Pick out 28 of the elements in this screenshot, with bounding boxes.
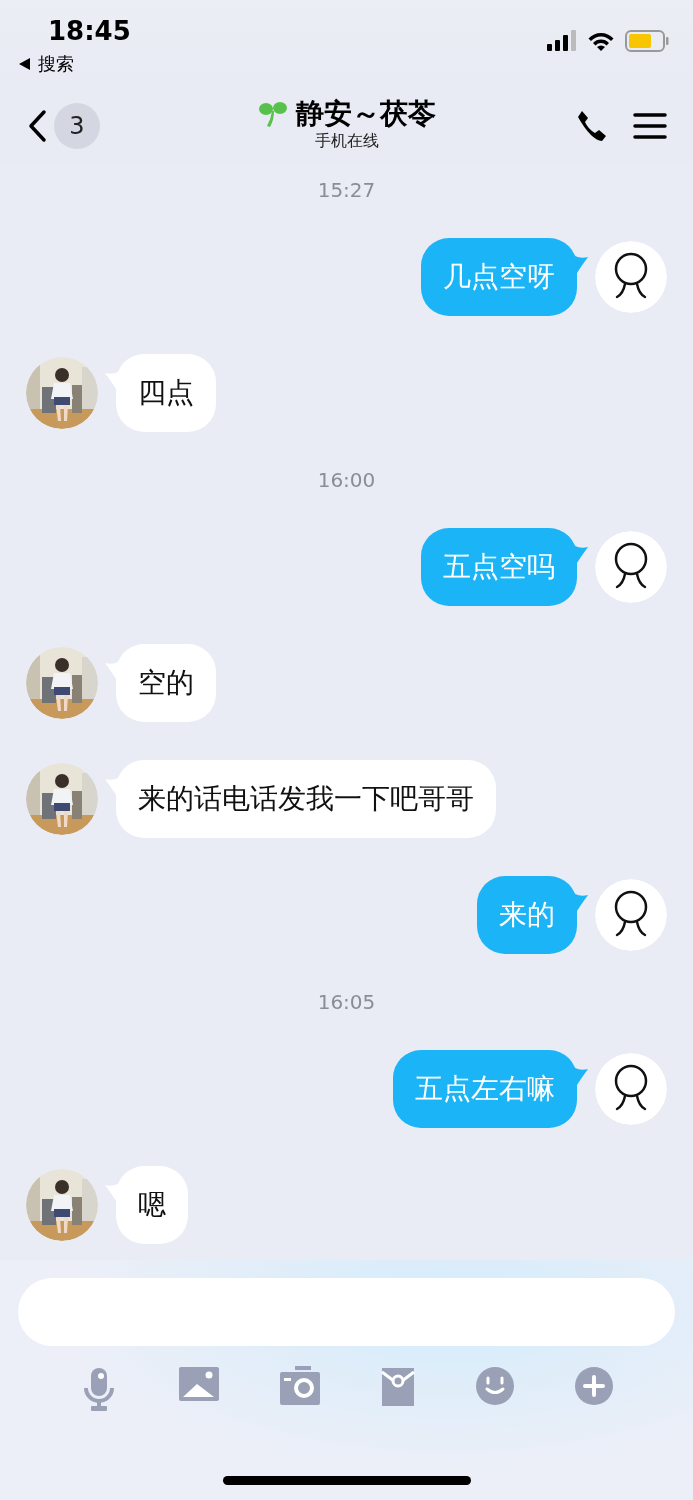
emoji-icon[interactable]	[475, 1366, 516, 1406]
envelope-icon[interactable]	[380, 1366, 417, 1408]
timestamp: 15:27	[316, 180, 377, 200]
bubble-tail	[575, 546, 588, 566]
unread-count[interactable]: 3	[54, 103, 100, 149]
camera-icon[interactable]	[278, 1366, 321, 1406]
avatar-icon	[595, 531, 667, 603]
phone-icon[interactable]	[575, 109, 609, 143]
sprout-icon	[257, 101, 288, 127]
back-triangle-icon	[18, 56, 32, 71]
clock-time: 18:45	[48, 15, 131, 48]
battery-icon	[625, 30, 669, 52]
image-icon[interactable]	[177, 1366, 220, 1402]
bubble-tail	[575, 256, 588, 276]
timestamp: 16:00	[316, 470, 377, 490]
chat-title: 静安～茯苓	[295, 98, 436, 130]
wifi-icon	[587, 30, 615, 52]
bubble-tail	[575, 894, 588, 914]
bubble-tail	[575, 1068, 588, 1088]
back-to-app-link[interactable]: 搜索	[18, 50, 74, 77]
signal-icon	[547, 30, 577, 52]
avatar-icon	[595, 879, 667, 951]
online-status: 手机在线	[314, 130, 379, 153]
avatar-icon	[595, 241, 667, 313]
avatar-icon	[595, 1053, 667, 1125]
timestamp: 16:05	[316, 992, 377, 1012]
menu-icon[interactable]	[633, 112, 667, 140]
plus-icon[interactable]	[574, 1366, 615, 1406]
